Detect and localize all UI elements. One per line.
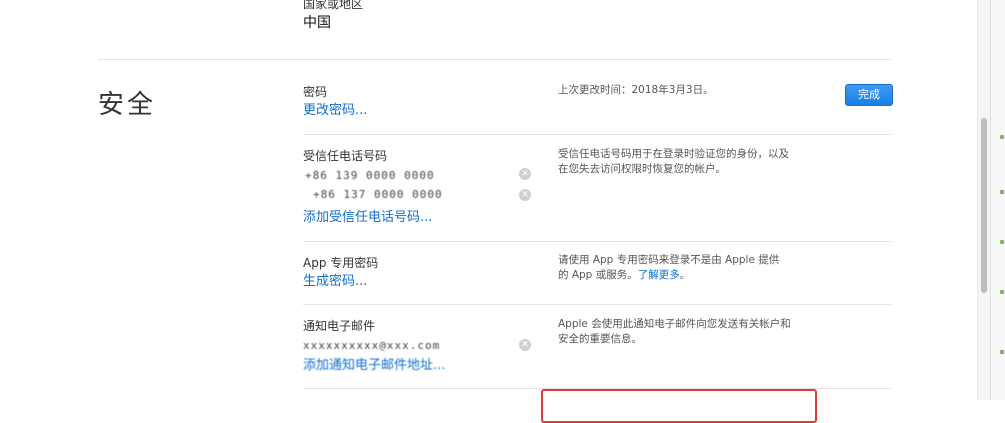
add-notification-email-link[interactable]: 添加通知电子邮件地址... (303, 357, 445, 375)
section-title: 安全 (98, 90, 157, 120)
row-divider (303, 134, 891, 135)
app-password-desc-suffix: 。 (679, 269, 691, 281)
row-divider (303, 304, 891, 305)
done-button[interactable]: 完成 (845, 84, 893, 106)
app-password-label: App 专用密码 (303, 256, 379, 270)
highlight-box (541, 389, 817, 423)
notification-email-label: 通知电子邮件 (303, 319, 376, 333)
learn-more-link[interactable]: 了解更多 (638, 269, 680, 281)
change-password-link[interactable]: 更改密码... (303, 102, 367, 120)
remove-email-icon[interactable]: ✕ (519, 339, 531, 351)
strip-marker (1000, 240, 1004, 244)
strip-marker (1000, 190, 1004, 194)
password-last-changed: 上次更改时间：2018年3月3日。 (558, 84, 714, 96)
strip-marker (1000, 135, 1004, 139)
trusted-phone-number: +86 137 0000 0000 (313, 188, 443, 201)
scrollbar-thumb[interactable] (981, 118, 987, 293)
notification-email-value: xxxxxxxxxx@xxx.com (303, 339, 441, 352)
trusted-phone-label: 受信任电话号码 (303, 149, 388, 163)
adjacent-window-strip (990, 0, 1005, 400)
row-divider (303, 241, 891, 242)
strip-marker (1000, 350, 1004, 354)
trusted-phone-number: +86 139 0000 0000 (305, 169, 435, 182)
region-label: 国家或地区 (303, 0, 364, 11)
region-value: 中国 (303, 15, 331, 31)
notification-email-description: Apple 会使用此通知电子邮件向您发送有关帐户和安全的重要信息。 (558, 318, 791, 345)
strip-marker (1000, 290, 1004, 294)
remove-phone-icon[interactable]: ✕ (519, 189, 531, 201)
section-divider (98, 59, 891, 60)
app-password-description: 请使用 App 专用密码来登录不是由 Apple 提供的 App 或服务。了解更… (558, 253, 783, 283)
trusted-phone-description: 受信任电话号码用于在登录时验证您的身份，以及在您失去访问权限时恢复您的帐户。 (558, 148, 789, 175)
generate-password-link[interactable]: 生成密码... (303, 273, 367, 291)
remove-phone-icon[interactable]: ✕ (519, 168, 531, 180)
add-trusted-phone-link[interactable]: 添加受信任电话号码... (303, 209, 432, 227)
password-label: 密码 (303, 85, 328, 99)
